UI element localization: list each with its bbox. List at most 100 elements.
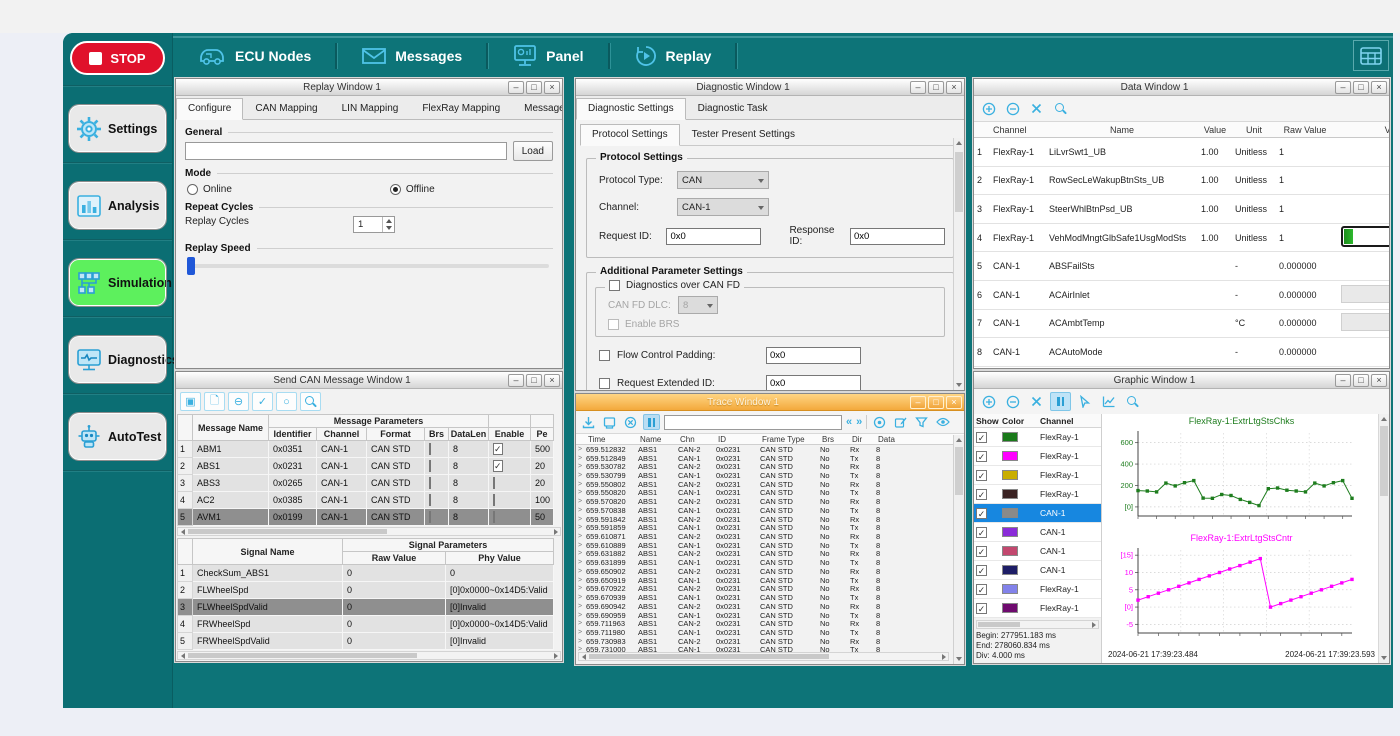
maximize-button[interactable]: □ (928, 81, 944, 94)
vertical-scrollbar[interactable] (953, 435, 964, 664)
save-trace-icon[interactable] (580, 414, 597, 430)
show-checkbox[interactable]: ✓ (976, 432, 987, 443)
close-button[interactable]: × (946, 396, 962, 409)
new-window-icon[interactable]: ▣ (180, 392, 201, 411)
message-row[interactable]: 2ABS10x0231CAN-1CAN STD8✓20 (178, 458, 554, 475)
color-swatch[interactable] (1002, 508, 1018, 518)
find-next-icon[interactable]: » (856, 417, 862, 427)
show-checkbox[interactable]: ✓ (976, 565, 987, 576)
row-expander-icon[interactable]: > (576, 489, 584, 496)
tab-can-mapping[interactable]: CAN Mapping (243, 98, 329, 119)
legend-row[interactable]: ✓FlexRay-1 (974, 466, 1101, 485)
replay-speed-slider[interactable] (187, 264, 549, 268)
protocol-type-select[interactable]: CAN (677, 171, 769, 189)
maximize-button[interactable]: □ (1353, 374, 1369, 387)
data-row[interactable]: 6CAN-1ACAirInlet-0.0000000% (974, 281, 1389, 310)
trace-row[interactable]: >659.670922ABS1CAN-20x0231CAN STDNoRx8 (576, 585, 964, 594)
row-expander-icon[interactable]: > (576, 594, 584, 601)
delete-icon[interactable] (1026, 99, 1047, 118)
clear-trace-icon[interactable] (622, 414, 639, 430)
graphic-window-titlebar[interactable]: Graphic Window 1 –□× (974, 372, 1389, 389)
signal-row[interactable]: 1CheckSum_ABS100 (178, 565, 554, 582)
diagnostics-over-canfd-checkbox[interactable] (609, 280, 620, 291)
replay-window-titlebar[interactable]: Replay Window 1 –□× (176, 79, 562, 96)
color-swatch[interactable] (1002, 432, 1018, 442)
tab-diagnostic-task[interactable]: Diagnostic Task (686, 98, 780, 119)
stop-button[interactable]: STOP (70, 41, 165, 75)
close-button[interactable]: × (946, 81, 962, 94)
column-header[interactable]: Channel (317, 428, 367, 441)
sidebar-item-diagnostics[interactable]: Diagnostics (69, 336, 166, 383)
tab-protocol-settings[interactable]: Protocol Settings (580, 124, 680, 146)
enable-checkbox[interactable]: ✓ (493, 443, 503, 455)
trace-row[interactable]: >659.690942ABS1CAN-20x0231CAN STDNoRx8 (576, 602, 964, 611)
sidebar-item-autotest[interactable]: AutoTest (69, 413, 166, 460)
column-header[interactable]: Name (638, 435, 678, 444)
vertical-scrollbar[interactable] (953, 138, 964, 390)
column-header[interactable]: Raw Value (343, 552, 446, 565)
trace-row[interactable]: >659.591859ABS1CAN-10x0231CAN STDNoTx8 (576, 523, 964, 532)
brs-checkbox[interactable] (429, 477, 431, 489)
column-header[interactable]: Data (876, 435, 902, 444)
horizontal-scrollbar[interactable] (976, 620, 1099, 629)
brs-checkbox[interactable] (429, 494, 431, 506)
data-window-titlebar[interactable]: Data Window 1 –□× (974, 79, 1389, 96)
filter-icon[interactable] (913, 414, 930, 430)
color-swatch[interactable] (1002, 527, 1018, 537)
row-expander-icon[interactable]: > (576, 577, 584, 584)
color-swatch[interactable] (1002, 470, 1018, 480)
export-trace-icon[interactable] (601, 414, 618, 430)
row-expander-icon[interactable]: > (576, 463, 584, 470)
column-header[interactable]: Brs (425, 428, 449, 441)
trace-row[interactable]: >659.690959ABS1CAN-10x0231CAN STDNoTx8 (576, 611, 964, 620)
maximize-button[interactable]: □ (526, 374, 542, 387)
show-checkbox[interactable]: ✓ (976, 470, 987, 481)
row-expander-icon[interactable]: > (576, 638, 584, 645)
column-header[interactable]: Unit (1232, 125, 1276, 135)
column-header[interactable]: Time (586, 435, 638, 444)
trace-row[interactable]: >659.530799ABS1CAN-10x0231CAN STDNoTx8 (576, 471, 964, 480)
legend-row[interactable]: ✓FlexRay-1 (974, 580, 1101, 599)
data-row[interactable]: 3FlexRay-1SteerWhlBtnPsd_UB1.00Unitless1 (974, 195, 1389, 224)
sidebar-item-simulation[interactable]: Simulation (69, 259, 166, 306)
pause-plot-icon[interactable] (1050, 392, 1071, 411)
trace-row[interactable]: >659.650902ABS1CAN-20x0231CAN STDNoRx8 (576, 567, 964, 576)
show-checkbox[interactable]: ✓ (976, 546, 987, 557)
find-previous-icon[interactable]: « (846, 417, 852, 427)
show-checkbox[interactable]: ✓ (976, 508, 987, 519)
row-expander-icon[interactable]: > (576, 585, 584, 592)
data-row[interactable]: 5CAN-1ABSFailSts-0.000000 (974, 252, 1389, 281)
column-header[interactable]: Name (1046, 125, 1198, 135)
row-expander-icon[interactable]: > (576, 612, 584, 619)
pause-trace-icon[interactable] (643, 414, 660, 430)
trace-row[interactable]: >659.530782ABS1CAN-20x0231CAN STDNoRx8 (576, 462, 964, 471)
add-signal-icon[interactable] (978, 99, 999, 118)
search-icon[interactable] (1122, 392, 1143, 411)
add-signal-icon[interactable] (978, 392, 999, 411)
minimize-button[interactable]: – (508, 81, 524, 94)
trace-row[interactable]: >659.570838ABS1CAN-10x0231CAN STDNoTx8 (576, 506, 964, 515)
chart-settings-icon[interactable] (1098, 392, 1119, 411)
horizontal-scrollbar[interactable] (177, 651, 561, 660)
color-swatch[interactable] (1002, 603, 1018, 613)
brs-checkbox[interactable] (429, 443, 431, 455)
tab-flexray-mapping[interactable]: FlexRay Mapping (410, 98, 512, 119)
trace-window-titlebar[interactable]: Trace Window 1 –□× (576, 394, 964, 411)
trace-row[interactable]: >659.591842ABS1CAN-20x0231CAN STDNoRx8 (576, 515, 964, 524)
parameter-checkbox[interactable] (599, 350, 610, 361)
toolbar-replay-button[interactable]: Replay (610, 38, 736, 73)
row-expander-icon[interactable]: > (576, 568, 584, 575)
show-checkbox[interactable]: ✓ (976, 584, 987, 595)
response-id-input[interactable] (850, 228, 945, 245)
legend-row[interactable]: ✓FlexRay-1 (974, 599, 1101, 618)
maximize-button[interactable]: □ (526, 81, 542, 94)
color-swatch[interactable] (1002, 565, 1018, 575)
legend-row[interactable]: ✓FlexRay-1 (974, 447, 1101, 466)
stepper-up-button[interactable] (383, 217, 394, 225)
row-expander-icon[interactable]: > (576, 550, 584, 557)
data-row[interactable]: 4FlexRay-1VehModMngtGlbSafe1UsgModSts1.0… (974, 224, 1389, 253)
load-button[interactable]: Load (513, 141, 553, 161)
tab-lin-mapping[interactable]: LIN Mapping (330, 98, 411, 119)
disable-all-icon[interactable]: ○ (276, 392, 297, 411)
trace-row[interactable]: >659.550820ABS1CAN-10x0231CAN STDNoTx8 (576, 489, 964, 498)
